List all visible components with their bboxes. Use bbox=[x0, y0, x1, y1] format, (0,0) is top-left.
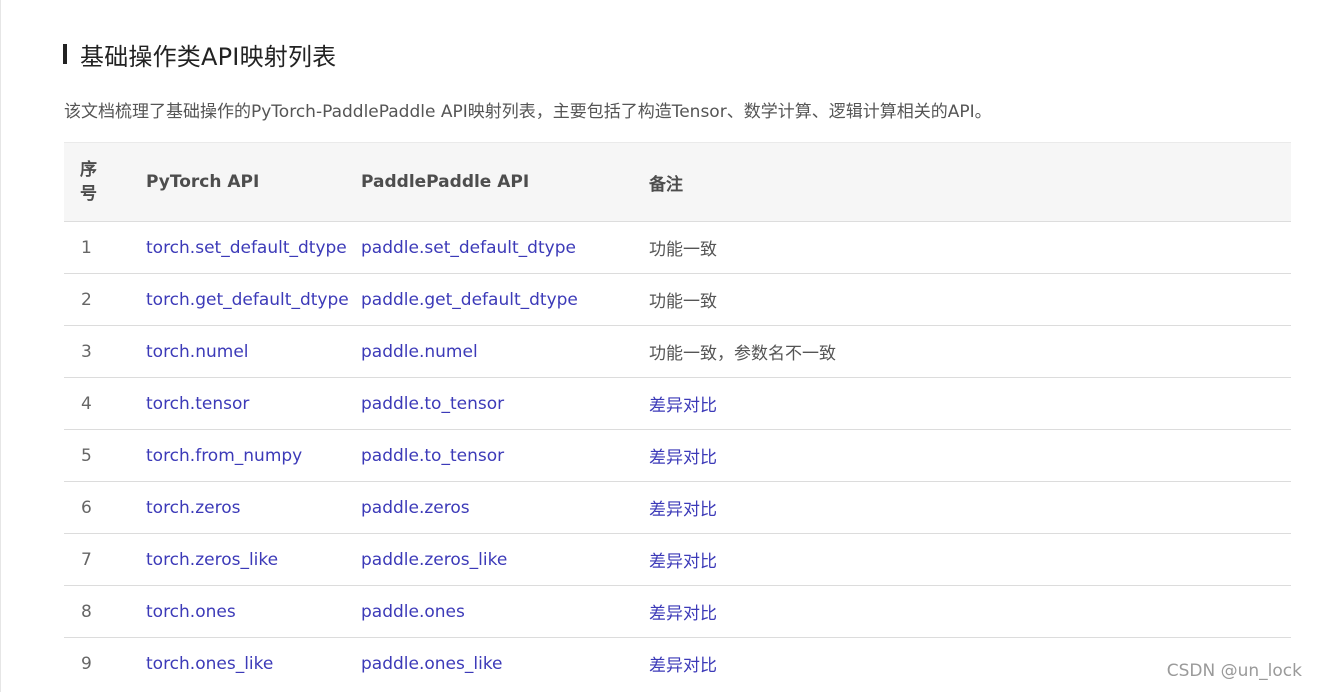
pytorch-api-link[interactable]: torch.from_numpy bbox=[146, 446, 302, 466]
note-cell: 差异对比 bbox=[649, 586, 1291, 638]
paddle-api-link[interactable]: paddle.zeros_like bbox=[361, 550, 507, 570]
paddle-api-link[interactable]: paddle.to_tensor bbox=[361, 446, 504, 466]
pytorch-api-cell: torch.get_default_dtype bbox=[146, 274, 361, 326]
note-cell: 差异对比 bbox=[649, 482, 1291, 534]
paddle-api-cell: paddle.zeros bbox=[361, 482, 649, 534]
row-index: 7 bbox=[81, 549, 92, 570]
row-index: 5 bbox=[81, 445, 92, 466]
row-index: 8 bbox=[81, 601, 92, 622]
pytorch-api-cell: torch.set_default_dtype bbox=[146, 222, 361, 274]
note-cell: 功能一致，参数名不一致 bbox=[649, 326, 1291, 378]
pytorch-api-cell: torch.ones_like bbox=[146, 638, 361, 690]
paddle-api-link[interactable]: paddle.ones_like bbox=[361, 654, 503, 674]
header-pytorch-api: PyTorch API bbox=[146, 172, 260, 192]
table-row: 7 torch.zeros_like paddle.zeros_like 差异对比 bbox=[64, 534, 1291, 586]
note-cell: 功能一致 bbox=[649, 274, 1291, 326]
header-index: 序号 bbox=[80, 160, 97, 204]
table-body: 1 torch.set_default_dtype paddle.set_defau… bbox=[64, 222, 1291, 690]
table-header-row: 序号 PyTorch API PaddlePaddle API 备注 bbox=[64, 142, 1291, 222]
table-row: 4 torch.tensor paddle.to_tensor 差异对比 bbox=[64, 378, 1291, 430]
diff-compare-link[interactable]: 差异对比 bbox=[649, 448, 717, 468]
pytorch-api-cell: torch.zeros_like bbox=[146, 534, 361, 586]
pytorch-api-cell: torch.zeros bbox=[146, 482, 361, 534]
intro-paragraph: 该文档梳理了基础操作的PyTorch-PaddlePaddle API映射列表，… bbox=[64, 102, 992, 122]
paddle-api-cell: paddle.numel bbox=[361, 326, 649, 378]
api-mapping-table: 序号 PyTorch API PaddlePaddle API 备注 1 torc… bbox=[64, 142, 1291, 690]
paddle-api-link[interactable]: paddle.numel bbox=[361, 342, 478, 362]
diff-compare-link[interactable]: 差异对比 bbox=[649, 396, 717, 416]
table-row: 6 torch.zeros paddle.zeros 差异对比 bbox=[64, 482, 1291, 534]
heading-title: 基础操作类API映射列表 bbox=[80, 42, 337, 71]
row-index: 1 bbox=[81, 237, 92, 258]
header-note: 备注 bbox=[649, 174, 683, 195]
paddle-api-link[interactable]: paddle.to_tensor bbox=[361, 394, 504, 414]
pytorch-api-link[interactable]: torch.tensor bbox=[146, 394, 249, 414]
diff-compare-link[interactable]: 差异对比 bbox=[649, 604, 717, 624]
table-row: 1 torch.set_default_dtype paddle.set_defau… bbox=[64, 222, 1291, 274]
pytorch-api-link[interactable]: torch.zeros_like bbox=[146, 550, 278, 570]
table-row: 3 torch.numel paddle.numel 功能一致，参数名不一致 bbox=[64, 326, 1291, 378]
row-index: 6 bbox=[81, 497, 92, 518]
pytorch-api-link[interactable]: torch.set_default_dtype bbox=[146, 238, 347, 258]
table-row: 8 torch.ones paddle.ones 差异对比 bbox=[64, 586, 1291, 638]
document-page: 基础操作类API映射列表 该文档梳理了基础操作的PyTorch-PaddlePa… bbox=[0, 0, 1318, 692]
note-cell: 功能一致 bbox=[649, 222, 1291, 274]
note-cell: 差异对比 bbox=[649, 534, 1291, 586]
pytorch-api-link[interactable]: torch.numel bbox=[146, 342, 249, 362]
paddle-api-cell: paddle.ones bbox=[361, 586, 649, 638]
paddle-api-cell: paddle.to_tensor bbox=[361, 378, 649, 430]
pytorch-api-link[interactable]: torch.ones bbox=[146, 602, 236, 622]
diff-compare-link[interactable]: 差异对比 bbox=[649, 500, 717, 520]
pytorch-api-cell: torch.tensor bbox=[146, 378, 361, 430]
paddle-api-link[interactable]: paddle.get_default_dtype bbox=[361, 290, 578, 310]
paddle-api-cell: paddle.zeros_like bbox=[361, 534, 649, 586]
pytorch-api-cell: torch.from_numpy bbox=[146, 430, 361, 482]
table-row: 9 torch.ones_like paddle.ones_like 差异对比 bbox=[64, 638, 1291, 690]
note-text: 功能一致，参数名不一致 bbox=[649, 344, 836, 364]
paddle-api-cell: paddle.ones_like bbox=[361, 638, 649, 690]
paddle-api-link[interactable]: paddle.ones bbox=[361, 602, 465, 622]
paddle-api-link[interactable]: paddle.zeros bbox=[361, 498, 470, 518]
note-cell: 差异对比 bbox=[649, 378, 1291, 430]
row-index: 4 bbox=[81, 393, 92, 414]
pytorch-api-link[interactable]: torch.ones_like bbox=[146, 654, 273, 674]
pytorch-api-cell: torch.numel bbox=[146, 326, 361, 378]
table-row: 2 torch.get_default_dtype paddle.get_defau… bbox=[64, 274, 1291, 326]
note-text: 功能一致 bbox=[649, 240, 717, 260]
paddle-api-cell: paddle.set_default_dtype bbox=[361, 222, 649, 274]
pytorch-api-link[interactable]: torch.get_default_dtype bbox=[146, 290, 349, 310]
row-index: 2 bbox=[81, 289, 92, 310]
pytorch-api-link[interactable]: torch.zeros bbox=[146, 498, 240, 518]
header-paddle-api: PaddlePaddle API bbox=[361, 172, 530, 192]
diff-compare-link[interactable]: 差异对比 bbox=[649, 656, 717, 676]
heading-accent-bar bbox=[63, 44, 67, 64]
note-cell: 差异对比 bbox=[649, 430, 1291, 482]
row-index: 3 bbox=[81, 341, 92, 362]
note-text: 功能一致 bbox=[649, 292, 717, 312]
paddle-api-cell: paddle.to_tensor bbox=[361, 430, 649, 482]
pytorch-api-cell: torch.ones bbox=[146, 586, 361, 638]
section-heading: 基础操作类API映射列表 bbox=[63, 36, 336, 72]
paddle-api-link[interactable]: paddle.set_default_dtype bbox=[361, 238, 576, 258]
watermark: CSDN @un_lock bbox=[1166, 661, 1302, 681]
table-row: 5 torch.from_numpy paddle.to_tensor 差异对比 bbox=[64, 430, 1291, 482]
row-index: 9 bbox=[81, 653, 92, 674]
paddle-api-cell: paddle.get_default_dtype bbox=[361, 274, 649, 326]
diff-compare-link[interactable]: 差异对比 bbox=[649, 552, 717, 572]
